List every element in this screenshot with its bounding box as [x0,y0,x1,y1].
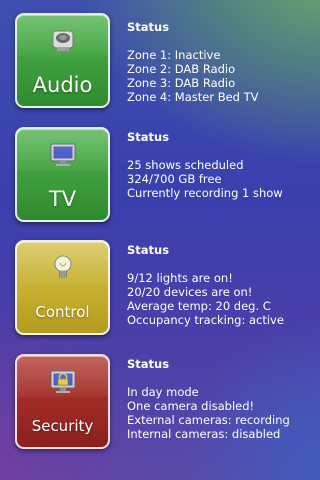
audio-button-label: Audio [32,73,93,97]
tv-button[interactable]: TV [15,127,110,222]
audio-button[interactable]: Audio [15,13,110,108]
tv-status-panel: Status 25 shows scheduled 324/700 GB fre… [127,130,283,200]
status-line: Zone 2: DAB Radio [127,62,236,76]
status-line: Currently recording 1 show [127,186,283,200]
lightbulb-icon [54,255,71,278]
security-button-label: Security [31,417,94,435]
status-line: 324/700 GB free [127,172,222,186]
audio-status-title: Status [127,20,170,34]
control-status-title: Status [127,243,170,257]
status-line: 25 shows scheduled [127,158,244,172]
audio-status-panel: Status Zone 1: Inactive Zone 2: DAB Radi… [127,20,259,104]
tv-button-label: TV [48,187,77,211]
status-line: 20/20 devices are on! [127,285,253,299]
status-line: Zone 4: Master Bed TV [127,90,259,104]
control-status-panel: Status 9/12 lights are on! 20/20 devices… [127,243,284,327]
security-status-panel: Status In day mode One camera disabled! … [127,357,290,441]
lock-monitor-icon [50,370,75,393]
status-line: One camera disabled! [127,399,255,413]
control-button-label: Control [35,303,90,321]
status-line: Average temp: 20 deg. C [127,299,271,313]
status-line: Occupancy tracking: active [127,313,284,327]
status-line: Internal cameras: disabled [127,427,281,441]
speaker-icon [52,30,73,51]
status-line: 9/12 lights are on! [127,271,233,285]
security-button[interactable]: Security [15,354,110,449]
status-line: Zone 3: DAB Radio [127,76,236,90]
control-button[interactable]: Control [15,240,110,335]
monitor-icon [50,143,75,166]
status-line: In day mode [127,385,199,399]
tv-status-title: Status [127,130,170,144]
status-line: External cameras: recording [127,413,290,427]
status-line: Zone 1: Inactive [127,48,221,62]
security-status-title: Status [127,357,170,371]
